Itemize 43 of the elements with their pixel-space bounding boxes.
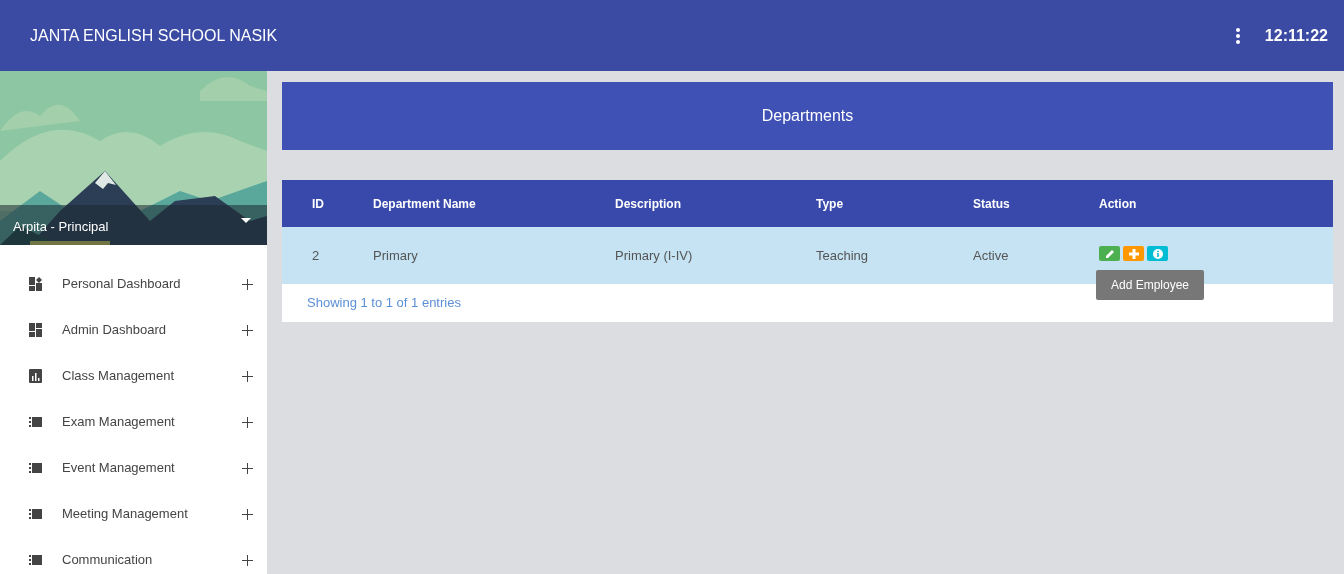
info-icon	[1151, 247, 1164, 260]
tooltip: Add Employee	[1096, 269, 1205, 300]
table-cell-text: Primary	[373, 246, 419, 265]
dashboard-icon	[29, 323, 42, 337]
clock: 12:11:22	[1264, 25, 1328, 46]
edit-icon	[1103, 247, 1116, 260]
list-icon	[29, 553, 42, 567]
more-icon[interactable]	[1234, 26, 1241, 45]
sidebar-item[interactable]: Admin Dashboard	[0, 307, 267, 353]
plus-icon[interactable]	[242, 370, 253, 382]
sidebar-item[interactable]: Meeting Management	[0, 491, 267, 537]
user-name[interactable]: Arpita - Principal	[13, 216, 109, 236]
column-header[interactable]: Description	[615, 194, 816, 213]
plus-icon	[1127, 247, 1140, 260]
column-header[interactable]: ID	[282, 194, 373, 213]
table-cell-text: 2	[311, 246, 321, 265]
column-header[interactable]: Department Name	[373, 194, 615, 213]
app-title: JANTA ENGLISH SCHOOL NASIK	[30, 25, 279, 46]
plus-icon[interactable]	[242, 508, 253, 520]
table-cell-text: Active	[973, 246, 1010, 265]
personal-dashboard-icon	[29, 277, 42, 291]
list-icon	[29, 415, 42, 429]
column-header[interactable]: Type	[816, 194, 973, 213]
sidebar-item[interactable]: Class Management	[0, 353, 267, 399]
plus-icon[interactable]	[242, 278, 253, 290]
column-header[interactable]: Status	[973, 194, 1099, 213]
caret-icon[interactable]	[241, 218, 251, 223]
sidebar-item[interactable]: Exam Management	[0, 399, 267, 445]
table-cell-text: Teaching	[816, 246, 870, 265]
plus-icon[interactable]	[242, 324, 253, 336]
list-icon	[29, 461, 42, 475]
column-header[interactable]: Action	[1099, 194, 1333, 213]
page-title: Departments	[761, 106, 854, 126]
plus-icon[interactable]	[242, 462, 253, 474]
list-icon	[29, 507, 42, 521]
sidebar-item[interactable]: Event Management	[0, 445, 267, 491]
sidebar-item[interactable]: Communication	[0, 537, 267, 574]
edit-button[interactable]	[1099, 246, 1120, 262]
plus-icon[interactable]	[242, 416, 253, 428]
plus-icon[interactable]	[242, 554, 253, 566]
table-cell-text: Primary (I-IV)	[615, 246, 694, 265]
sidebar-item[interactable]: Personal Dashboard	[0, 261, 267, 307]
chart-icon	[29, 369, 42, 383]
